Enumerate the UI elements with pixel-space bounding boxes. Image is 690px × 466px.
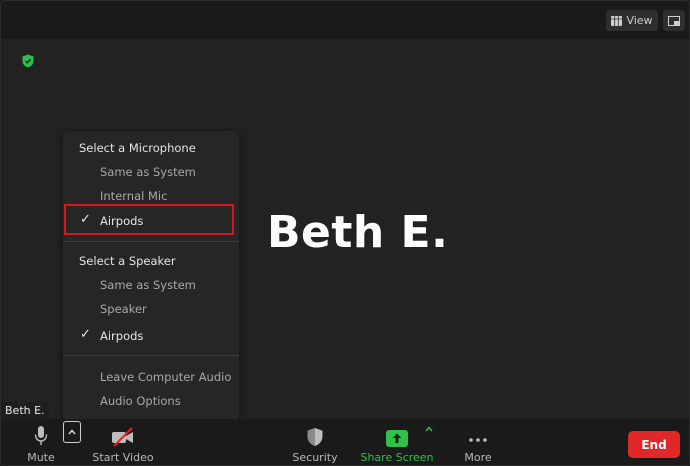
grid-view-icon bbox=[611, 15, 623, 26]
menu-item-label: Speaker bbox=[100, 302, 147, 316]
end-meeting-button[interactable]: End bbox=[628, 431, 680, 458]
checkmark-icon: ✓ bbox=[80, 327, 91, 342]
speaker-option-speaker[interactable]: Speaker bbox=[63, 297, 239, 321]
menu-divider bbox=[63, 355, 239, 356]
start-video-label: Start Video bbox=[92, 451, 154, 464]
more-dots-icon bbox=[469, 438, 487, 442]
share-options-chevron-icon[interactable] bbox=[424, 425, 434, 433]
chevron-up-icon bbox=[68, 429, 76, 435]
microphone-section-header: Select a Microphone bbox=[79, 141, 196, 155]
selection-highlight-box bbox=[64, 204, 234, 235]
share-screen-button[interactable]: Share Screen bbox=[360, 419, 434, 465]
start-video-button[interactable]: Start Video bbox=[89, 419, 157, 465]
fullscreen-button[interactable] bbox=[663, 10, 685, 31]
more-label: More bbox=[464, 451, 492, 464]
menu-item-label: Audio Options bbox=[100, 394, 181, 408]
speaker-section-header: Select a Speaker bbox=[79, 254, 176, 268]
top-bar: View bbox=[1, 1, 689, 39]
view-label: View bbox=[626, 14, 653, 27]
menu-divider bbox=[63, 241, 239, 242]
share-screen-label: Share Screen bbox=[360, 451, 434, 464]
menu-item-label: Same as System bbox=[100, 165, 196, 179]
audio-options-item[interactable]: Audio Options bbox=[63, 389, 239, 413]
more-button[interactable]: More bbox=[458, 419, 498, 465]
mute-button[interactable]: Mute bbox=[21, 419, 61, 465]
meeting-window: View Beth E. Beth E. Select a Microphone… bbox=[0, 0, 690, 466]
mic-option-same-as-system[interactable]: Same as System bbox=[63, 160, 239, 184]
menu-item-label: Internal Mic bbox=[100, 189, 168, 203]
share-screen-icon bbox=[386, 430, 408, 447]
fullscreen-icon bbox=[668, 15, 680, 26]
security-button[interactable]: Security bbox=[290, 419, 340, 465]
menu-item-label: Same as System bbox=[100, 278, 196, 292]
speaker-option-same-as-system[interactable]: Same as System bbox=[63, 273, 239, 297]
participant-name: Beth E. bbox=[267, 207, 449, 258]
view-button[interactable]: View bbox=[606, 10, 658, 31]
participant-name-tag: Beth E. bbox=[1, 402, 49, 419]
security-shield-icon bbox=[307, 428, 323, 446]
mute-label: Mute bbox=[27, 451, 55, 464]
audio-device-menu: Select a Microphone Same as System Inter… bbox=[63, 131, 239, 421]
video-off-icon bbox=[112, 427, 133, 447]
security-label: Security bbox=[292, 451, 338, 464]
menu-item-label: Leave Computer Audio bbox=[100, 370, 232, 384]
microphone-icon bbox=[34, 426, 48, 445]
menu-item-label: Airpods bbox=[100, 329, 144, 343]
leave-computer-audio-item[interactable]: Leave Computer Audio bbox=[63, 365, 239, 389]
encryption-shield-icon bbox=[22, 54, 34, 68]
audio-options-caret-button[interactable] bbox=[63, 421, 81, 443]
speaker-option-airpods[interactable]: ✓ Airpods bbox=[63, 324, 239, 348]
